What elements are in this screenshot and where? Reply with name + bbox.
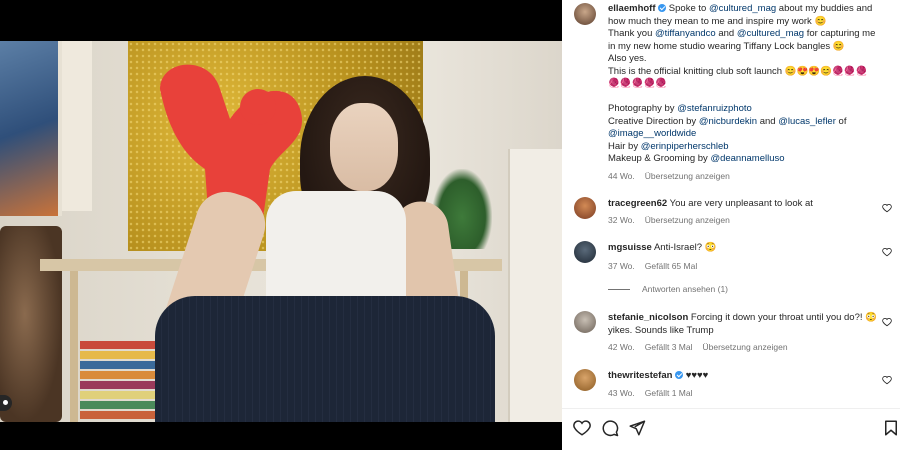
view-replies-button[interactable]: Antworten ansehen (1) (608, 284, 728, 294)
verified-badge-icon (658, 4, 667, 12)
mention-link[interactable]: @tiffanyandco (655, 28, 716, 39)
like-count[interactable]: Gefällt 1 Mal (645, 388, 693, 398)
timestamp[interactable]: 44 Wo. (608, 171, 635, 181)
caption-meta: 44 Wo. Übersetzung anzeigen (608, 171, 730, 181)
comments-list[interactable]: ellaemhoff Spoke to @cultured_mag about … (562, 0, 900, 408)
photo-person-face (330, 103, 398, 191)
timestamp[interactable]: 42 Wo. (608, 342, 635, 352)
commenter-avatar[interactable] (574, 241, 596, 263)
timestamp[interactable]: 43 Wo. (608, 388, 635, 398)
commenter-username[interactable]: stefanie_nicolson (608, 312, 688, 323)
post-caption: ellaemhoff Spoke to @cultured_mag about … (608, 3, 876, 164)
photo-books (80, 341, 158, 421)
comment: stefanie_nicolson Forcing it down your t… (608, 312, 877, 336)
photo-person-pants (155, 296, 495, 422)
comment-meta: 37 Wo. Gefällt 65 Mal (608, 261, 697, 271)
comment: thewritestefan ♥♥♥♥ (608, 370, 709, 381)
comment-heart-icon[interactable] (882, 203, 892, 213)
mention-link[interactable]: @cultured_mag (709, 3, 776, 14)
comments-pane: ellaemhoff Spoke to @cultured_mag about … (562, 0, 900, 450)
verified-badge-icon (675, 371, 684, 379)
commenter-avatar[interactable] (574, 197, 596, 219)
paper-plane-icon[interactable] (628, 419, 646, 437)
post-action-bar (562, 408, 900, 450)
mention-link[interactable]: @nicburdekin (699, 116, 757, 127)
mention-link[interactable]: @stefanruizphoto (677, 103, 752, 114)
photo-right-frame (508, 149, 562, 422)
comment: tracegreen62 You are very unpleasant to … (608, 198, 813, 209)
photo-table-leg (70, 271, 78, 422)
mention-link[interactable]: @lucas_lefler (778, 116, 836, 127)
author-username[interactable]: ellaemhoff (608, 3, 656, 14)
comment-heart-icon[interactable] (882, 375, 892, 385)
like-count[interactable]: Gefällt 65 Mal (645, 261, 697, 271)
translate-link[interactable]: Übersetzung anzeigen (645, 215, 730, 225)
photo-chair (0, 226, 62, 422)
bookmark-icon[interactable] (882, 419, 900, 437)
commenter-avatar[interactable] (574, 311, 596, 333)
timestamp[interactable]: 37 Wo. (608, 261, 635, 271)
replies-divider (608, 288, 630, 290)
heart-icon[interactable] (573, 419, 591, 437)
mention-link[interactable]: @image__worldwide (608, 128, 696, 139)
mention-link[interactable]: @cultured_mag (737, 28, 804, 39)
commenter-username[interactable]: thewritestefan (608, 370, 672, 381)
comment-heart-icon[interactable] (882, 247, 892, 257)
comment: mgsuisse Anti-Israel? 😳 (608, 242, 717, 253)
comment-meta: 32 Wo. Übersetzung anzeigen (608, 215, 730, 225)
commenter-username[interactable]: mgsuisse (608, 242, 652, 253)
like-count[interactable]: Gefällt 3 Mal (645, 342, 693, 352)
commenter-avatar[interactable] (574, 369, 596, 391)
author-avatar[interactable] (574, 3, 596, 25)
comment-meta: 42 Wo. Gefällt 3 Mal Übersetzung anzeige… (608, 342, 788, 352)
translate-link[interactable]: Übersetzung anzeigen (703, 342, 788, 352)
comment-icon[interactable] (601, 419, 619, 437)
timestamp[interactable]: 32 Wo. (608, 215, 635, 225)
translate-link[interactable]: Übersetzung anzeigen (645, 171, 730, 181)
media-pane (0, 0, 562, 450)
mention-link[interactable]: @erinpiperherschleb (641, 141, 729, 152)
smile-emoji-icon: 😊 (814, 15, 827, 27)
photo-left-artwork (0, 41, 62, 216)
comment-meta: 43 Wo. Gefällt 1 Mal (608, 388, 693, 398)
post-photo[interactable] (0, 41, 562, 422)
emoji-icon: 😊 (832, 40, 845, 52)
mention-link[interactable]: @deannamelluso (710, 153, 784, 164)
commenter-username[interactable]: tracegreen62 (608, 198, 667, 209)
photo-left-frame (62, 41, 92, 211)
comment-heart-icon[interactable] (882, 317, 892, 327)
